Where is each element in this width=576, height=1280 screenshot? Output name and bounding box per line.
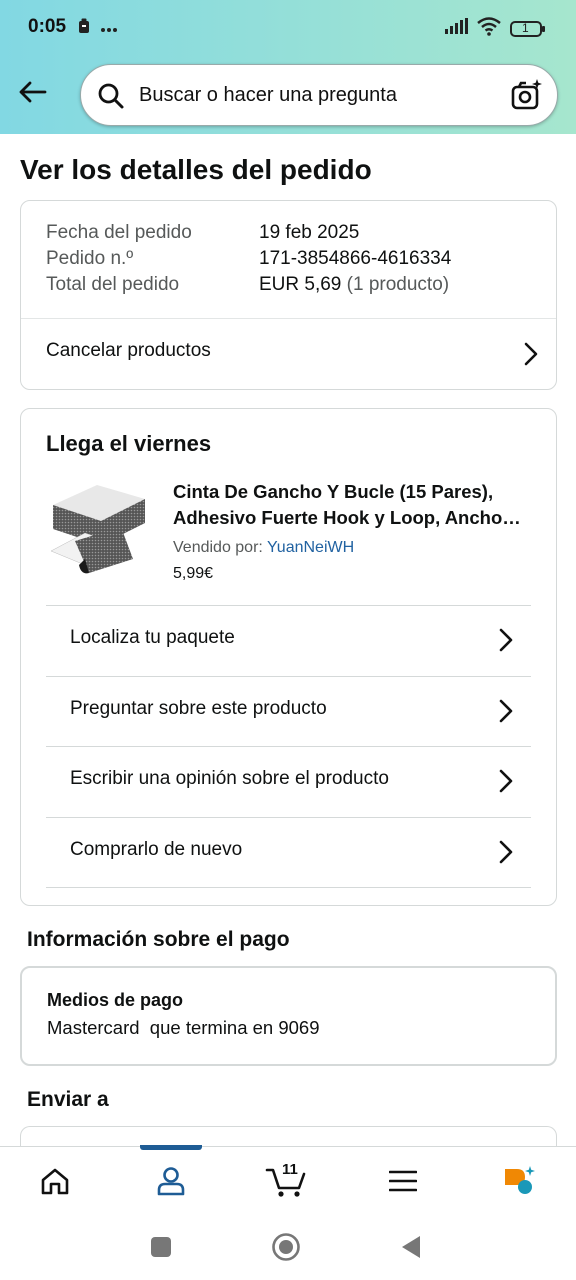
shipping-section-title: Enviar a [27,1088,109,1111]
signal-icon [444,18,468,39]
order-total-value: EUR 5,69 [259,274,342,295]
recent-apps-icon [151,1237,171,1257]
camera-search-icon[interactable] [511,78,543,117]
rufus-icon [505,1166,535,1194]
account-icon [157,1167,185,1196]
nav-rufus[interactable] [479,1147,559,1215]
buy-again-link[interactable]: Comprarlo de nuevo [46,818,531,888]
ask-product-question-link[interactable]: Preguntar sobre este producto [46,677,531,747]
nav-home[interactable] [15,1147,95,1215]
more-notifications-icon [100,20,118,38]
divider [46,887,531,888]
search-input[interactable]: Buscar o hacer una pregunta [139,84,397,107]
back-arrow-icon [19,81,47,103]
order-date-value: 19 feb 2025 [259,222,360,243]
menu-icon [389,1170,417,1192]
buy-again-label: Comprarlo de nuevo [70,839,243,860]
track-package-link[interactable]: Localiza tu paquete [46,606,531,676]
shipment-card: Llega el viernes Cinta De Gancho Y Bucle… [20,408,557,906]
cart-count: 11 [282,1161,298,1178]
payment-card: Medios de pago Mastercard que termina en… [20,966,557,1066]
order-summary-card: Fecha del pedido 19 feb 2025 Pedido n.º … [20,200,557,390]
chevron-right-icon [499,769,513,798]
system-nav-bar [0,1214,576,1280]
back-button[interactable] [14,74,50,110]
order-item-count: (1 producto) [346,274,450,295]
order-number-label: Pedido n.º [46,248,134,269]
order-number-value: 171-3854866-4616334 [259,248,452,269]
product-title-line1: Cinta De Gancho Y Bucle (15 Pares), [173,481,494,502]
battery-icon: 1 [510,20,546,38]
product-price: 5,99€ [173,565,214,582]
recent-apps-button[interactable] [146,1232,176,1262]
notification-icon [78,18,90,39]
chevron-right-icon [524,342,538,371]
track-package-label: Localiza tu paquete [70,627,235,648]
product-title-line2: Adhesivo Fuerte Hook y Loop, Ancho… [173,507,521,528]
battery-level: 1 [522,20,529,35]
ask-product-question-label: Preguntar sobre este producto [70,698,327,719]
home-system-button[interactable] [271,1232,301,1262]
write-review-label: Escribir una opinión sobre el producto [70,768,389,789]
nav-menu[interactable] [363,1147,443,1215]
order-date-label: Fecha del pedido [46,222,192,243]
payment-method-title: Medios de pago [47,990,184,1010]
divider [21,318,556,319]
app-header: 0:05 1 Buscar o hacer una pregunta [0,0,576,134]
write-review-link[interactable]: Escribir una opinión sobre el producto [46,747,531,817]
cancel-products-label: Cancelar productos [46,340,211,361]
product-image[interactable] [49,485,149,581]
chevron-right-icon [499,699,513,728]
seller-link[interactable]: YuanNeiWH [267,539,354,556]
back-triangle-icon [402,1236,420,1258]
bottom-nav: 11 [0,1145,576,1215]
back-system-button[interactable] [396,1232,426,1262]
search-bar[interactable]: Buscar o hacer una pregunta [80,64,558,126]
order-total-label: Total del pedido [46,274,180,295]
arrival-heading: Llega el viernes [46,431,212,456]
seller-info: Vendido por: YuanNeiWH [173,539,354,557]
payment-method-value: Mastercard que termina en 9069 [47,1017,320,1038]
chevron-right-icon [499,840,513,869]
wifi-icon [476,16,502,41]
home-icon [41,1168,69,1195]
nav-account[interactable] [131,1147,211,1215]
status-bar: 0:05 1 [0,0,576,54]
product-title[interactable]: Cinta De Gancho Y Bucle (15 Pares), Adhe… [173,479,538,531]
search-icon [97,82,125,115]
payment-section-title: Información sobre el pago [27,928,290,951]
status-time: 0:05 [28,16,67,37]
chevron-right-icon [499,628,513,657]
page-title: Ver los detalles del pedido [20,154,372,185]
seller-prefix: Vendido por: [173,539,263,556]
nav-cart[interactable]: 11 [246,1147,326,1215]
home-circle-icon [272,1233,300,1261]
cancel-products-link[interactable]: Cancelar productos [21,320,556,390]
